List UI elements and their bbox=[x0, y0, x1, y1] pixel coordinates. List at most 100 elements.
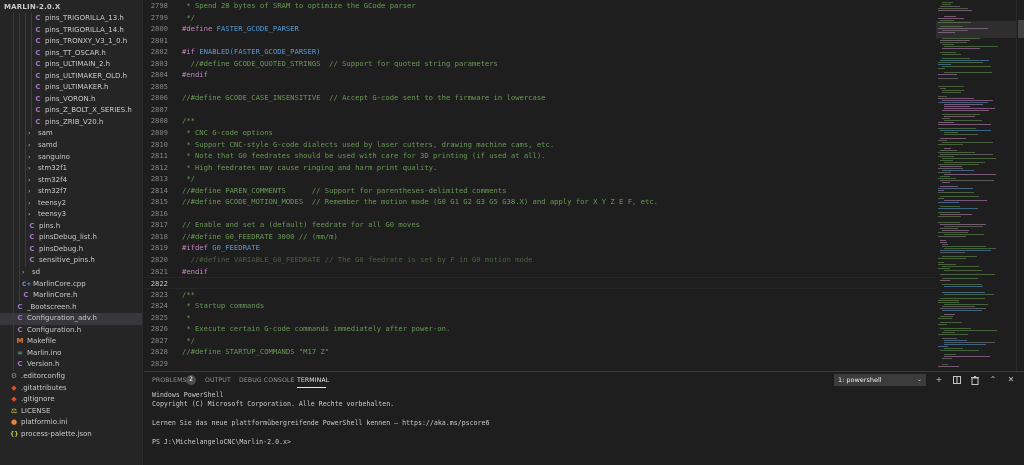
tree-item[interactable]: › sanguino bbox=[0, 151, 142, 164]
tree-item[interactable]: Cpins_ULTIMAIN_2.h bbox=[0, 59, 142, 71]
code-line[interactable]: 2829 bbox=[144, 358, 936, 370]
tree-item[interactable]: C Configuration_adv.h bbox=[0, 313, 142, 325]
code-line[interactable]: 2811 * Note that G0 feedrates should be … bbox=[144, 150, 936, 162]
tree-item[interactable]: › stm32f7 bbox=[0, 186, 142, 198]
tree-item[interactable]: Cpins_TT_OSCAR.h bbox=[0, 47, 142, 60]
terminal-output[interactable]: Windows PowerShell Copyright (C) Microsof… bbox=[152, 391, 1012, 447]
tree-item[interactable]: ● platformio.ini bbox=[0, 417, 142, 429]
tree-item[interactable]: Cpins_TRIGORILLA_13.h bbox=[0, 13, 142, 25]
code-line[interactable]: 2812 * High feedrates may cause ringing … bbox=[144, 162, 936, 174]
minimap-line bbox=[938, 18, 964, 19]
code-line[interactable]: 2817 // Enable and set a (default) feedra… bbox=[144, 219, 936, 231]
chevron-up-icon[interactable]: ⌃ bbox=[988, 374, 998, 386]
tree-item[interactable]: › sd bbox=[0, 267, 142, 279]
code-line[interactable]: 2828 //#define STARTUP_COMMANDS "M17 Z" bbox=[144, 346, 936, 358]
tree-item[interactable]: Cpins_TRONXY_V3_1_0.h bbox=[0, 36, 142, 48]
scroll-thumb[interactable] bbox=[1018, 20, 1024, 38]
minimap-line bbox=[942, 92, 961, 93]
minimap[interactable] bbox=[936, 0, 1016, 371]
tree-item[interactable]: ⚙ .editorconfig bbox=[0, 371, 142, 383]
tree-item[interactable]: ◆ .gitattributes bbox=[0, 383, 142, 395]
tree-item[interactable]: C Configuration.h bbox=[0, 324, 142, 337]
tree-item[interactable]: Cpins_VORON.h bbox=[0, 93, 142, 106]
tree-item[interactable]: Cpins_Z_BOLT_X_SERIES.h bbox=[0, 105, 142, 117]
tree-item[interactable]: C _Bootscreen.h bbox=[0, 301, 142, 314]
code-line[interactable]: 2807 bbox=[144, 104, 936, 116]
code-line[interactable]: 2800 #define FASTER_GCODE_PARSER bbox=[144, 23, 936, 35]
makefile-icon: M bbox=[16, 337, 24, 346]
tab-terminal[interactable]: TERMINAL bbox=[297, 377, 329, 384]
tree-item-label: process-palette.json bbox=[21, 429, 92, 438]
code-line[interactable]: 2810 * Support CNC-style G-code dialects… bbox=[144, 139, 936, 151]
tree-item[interactable]: Cpins_ULTIMAKER.h bbox=[0, 82, 142, 94]
tree-item[interactable]: › stm32f4 bbox=[0, 174, 142, 187]
code-line[interactable]: 2801 bbox=[144, 35, 936, 47]
explorer-title[interactable]: MARLIN-2.0.X bbox=[0, 0, 142, 13]
line-number: 2804 bbox=[150, 70, 168, 80]
tree-item[interactable]: › teensy2 bbox=[0, 197, 142, 210]
code-line[interactable]: 2825 * bbox=[144, 312, 936, 324]
code-line[interactable]: 2803 //#define GCODE_QUOTED_STRINGS // S… bbox=[144, 58, 936, 70]
indent-guide bbox=[13, 93, 14, 106]
code-line[interactable]: 2821 #endif bbox=[144, 266, 936, 278]
minimap-line bbox=[944, 304, 988, 305]
tree-item[interactable]: Cpins.h bbox=[0, 220, 142, 233]
code-line[interactable]: 2818 //#define G0_FEEDRATE 3000 // (mm/m) bbox=[144, 231, 936, 243]
tree-item-label: MarlinCore.h bbox=[33, 291, 78, 300]
code-line[interactable]: 2819 #ifdef G0_FEEDRATE bbox=[144, 242, 936, 254]
tree-item[interactable]: Cpins_TRIGORILLA_14.h bbox=[0, 24, 142, 37]
tree-item[interactable]: CpinsDebug.h bbox=[0, 243, 142, 256]
tab-output[interactable]: OUTPUT bbox=[205, 377, 231, 384]
indent-guide bbox=[31, 82, 32, 94]
trash-icon[interactable] bbox=[970, 374, 980, 386]
code-line[interactable]: 2808 /** bbox=[144, 115, 936, 127]
code-line[interactable]: 2823 /** bbox=[144, 289, 936, 301]
code-line[interactable]: 2809 * CNC G-code options bbox=[144, 127, 936, 139]
tab-debug-console[interactable]: DEBUG CONSOLE bbox=[239, 377, 294, 384]
tree-item[interactable]: CpinsDebug_list.h bbox=[0, 232, 142, 244]
code-line[interactable]: 2813 */ bbox=[144, 173, 936, 185]
code-line[interactable]: 2799 */ bbox=[144, 12, 936, 24]
terminal-select[interactable]: 1: powershell ⌄ bbox=[834, 374, 926, 386]
code-line[interactable]: 2802 #if ENABLED(FASTER_GCODE_PARSER) bbox=[144, 46, 936, 58]
tab-problems[interactable]: PROBLEMS bbox=[152, 377, 187, 384]
code-line[interactable]: 2814 //#define PAREN_COMMENTS // Support … bbox=[144, 185, 936, 197]
code-line[interactable]: 2824 * Startup commands bbox=[144, 300, 936, 312]
editor-scrollbar[interactable] bbox=[1016, 0, 1024, 371]
tree-item[interactable]: C Version.h bbox=[0, 359, 142, 371]
tree-item[interactable]: ⚖ LICENSE bbox=[0, 406, 142, 418]
tree-item[interactable]: ◆ .gitignore bbox=[0, 394, 142, 406]
tree-item[interactable]: {} process-palette.json bbox=[0, 429, 142, 441]
tree-item[interactable]: › samd bbox=[0, 140, 142, 152]
close-icon[interactable]: ✕ bbox=[1006, 374, 1016, 386]
code-text: * CNC G-code options bbox=[182, 127, 273, 139]
code-line[interactable]: 2804 #endif bbox=[144, 69, 936, 81]
code-line[interactable]: 2798 * Spend 28 bytes of SRAM to optimiz… bbox=[144, 0, 936, 12]
minimap-line bbox=[942, 310, 982, 311]
code-line[interactable]: 2805 bbox=[144, 81, 936, 93]
tree-item[interactable]: ∞ Marlin.ino bbox=[0, 347, 142, 360]
code-line[interactable]: 2820 //#define VARIABLE_G0_FEEDRATE // T… bbox=[144, 254, 936, 266]
code-line[interactable]: 2827 */ bbox=[144, 335, 936, 347]
code-line[interactable]: 2815 //#define GCODE_MOTION_MODES // Reme… bbox=[144, 196, 936, 208]
cpp-file-icon: C+ bbox=[22, 280, 32, 288]
code-line[interactable]: 2826 * Execute certain G-code commands i… bbox=[144, 323, 936, 335]
tree-item[interactable]: › stm32f1 bbox=[0, 163, 142, 175]
minimap-slider[interactable] bbox=[936, 21, 1016, 38]
tree-item[interactable]: Csensitive_pins.h bbox=[0, 255, 142, 268]
tree-item[interactable]: C+ MarlinCore.cpp bbox=[0, 278, 142, 291]
code-line[interactable]: 2822 bbox=[144, 277, 936, 289]
tree-item[interactable]: Cpins_ULTIMAKER_OLD.h bbox=[0, 70, 142, 83]
plus-icon[interactable]: + bbox=[934, 374, 944, 386]
tree-item[interactable]: Cpins_ZRIB_V20.h bbox=[0, 116, 142, 129]
tree-item[interactable]: C MarlinCore.h bbox=[0, 290, 142, 302]
tree-item[interactable]: › sam bbox=[0, 128, 142, 141]
code-line[interactable]: 2816 bbox=[144, 208, 936, 220]
code-editor[interactable]: 2798 * Spend 28 bytes of SRAM to optimiz… bbox=[144, 0, 936, 371]
split-icon[interactable] bbox=[952, 374, 962, 386]
minimap-line bbox=[940, 298, 985, 299]
tree-item[interactable]: M Makefile bbox=[0, 336, 142, 348]
tree-item-label: .gitattributes bbox=[21, 383, 67, 392]
tree-item[interactable]: › teensy3 bbox=[0, 209, 142, 221]
code-line[interactable]: 2806 //#define GCODE_CASE_INSENSITIVE // … bbox=[144, 92, 936, 104]
